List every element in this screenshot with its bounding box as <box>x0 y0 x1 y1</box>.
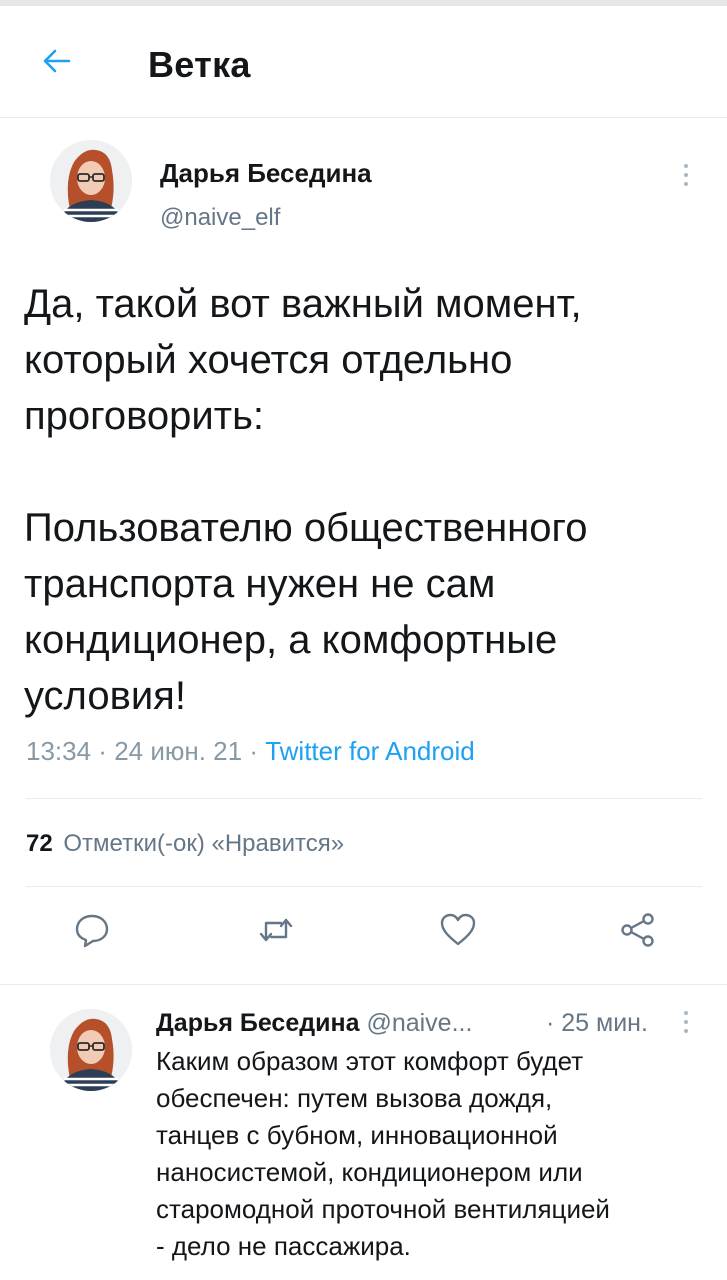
retweet-button[interactable] <box>252 908 300 956</box>
tweet-line: Да, такой вот важный момент, <box>24 282 582 326</box>
reply-line: наносистемой, кондиционером или <box>156 1157 583 1187</box>
likes-count[interactable]: 72 Отметки(-ок) «Нравится» <box>26 830 344 858</box>
more-icon <box>684 1011 688 1015</box>
more-options-button[interactable] <box>672 158 700 192</box>
tweet-line: кондиционер, а комфортные <box>24 618 558 662</box>
likes-label: Отметки(-ок) «Нравится» <box>63 830 345 857</box>
divider <box>26 886 702 887</box>
reply-line: Каким образом этот комфорт будет <box>156 1046 584 1076</box>
reply-icon <box>72 910 112 955</box>
tweet-date: 24 июн. 21 <box>114 736 243 766</box>
reply-line: - дело не пассажира. <box>156 1231 411 1261</box>
likes-number: 72 <box>26 830 53 857</box>
share-button[interactable] <box>614 908 662 956</box>
author-name[interactable]: Дарья Беседина <box>160 158 372 189</box>
tweet-line: транспорта нужен не сам <box>24 562 496 606</box>
reply-time: · 25 мин. <box>546 1009 648 1037</box>
more-icon <box>684 164 688 168</box>
tweet-line: условия! <box>24 674 186 718</box>
reply-line: танцев с бубном, инновационной <box>156 1120 558 1150</box>
tweet-meta: 13:34 · 24 июн. 21 · Twitter for Android <box>26 736 475 766</box>
author-handle[interactable]: @naive_elf <box>160 204 280 232</box>
main-tweet[interactable]: Дарья Беседина @naive_elf Да, такой вот … <box>0 118 727 984</box>
reply-more-options-button[interactable] <box>674 1007 698 1037</box>
reply-text: Каким образом этот комфорт будет обеспеч… <box>156 1043 716 1265</box>
heart-icon <box>438 910 478 955</box>
retweet-icon <box>256 910 296 955</box>
tweet-line: проговорить: <box>24 394 265 438</box>
reply-author-handle[interactable]: @naive... <box>366 1009 472 1037</box>
reply-header: Дарья Беседина @naive... <box>156 1009 472 1038</box>
share-icon <box>618 910 658 955</box>
page-title: Ветка <box>148 44 251 85</box>
reply-tweet[interactable]: Дарья Беседина @naive... · 25 мин. Каким… <box>0 985 727 1280</box>
tweet-source-link[interactable]: Twitter for Android <box>265 736 475 766</box>
back-button[interactable] <box>30 36 84 90</box>
tweet-text: Да, такой вот важный момент, который хоч… <box>24 276 704 724</box>
avatar[interactable] <box>50 1009 132 1091</box>
reply-line: обеспечен: путем вызова дождя, <box>156 1083 553 1113</box>
reply-author-name[interactable]: Дарья Беседина <box>156 1009 359 1037</box>
reply-button[interactable] <box>68 908 116 956</box>
tweet-line: который хочется отдельно <box>24 338 513 382</box>
thread-header: Ветка <box>0 6 727 118</box>
reply-line: старомодной проточной вентиляцией <box>156 1194 610 1224</box>
avatar[interactable] <box>50 140 132 222</box>
arrow-left-icon <box>39 43 75 84</box>
like-button[interactable] <box>434 908 482 956</box>
divider <box>26 798 702 799</box>
tweet-line: Пользователю общественного <box>24 506 588 550</box>
tweet-time: 13:34 <box>26 736 92 766</box>
